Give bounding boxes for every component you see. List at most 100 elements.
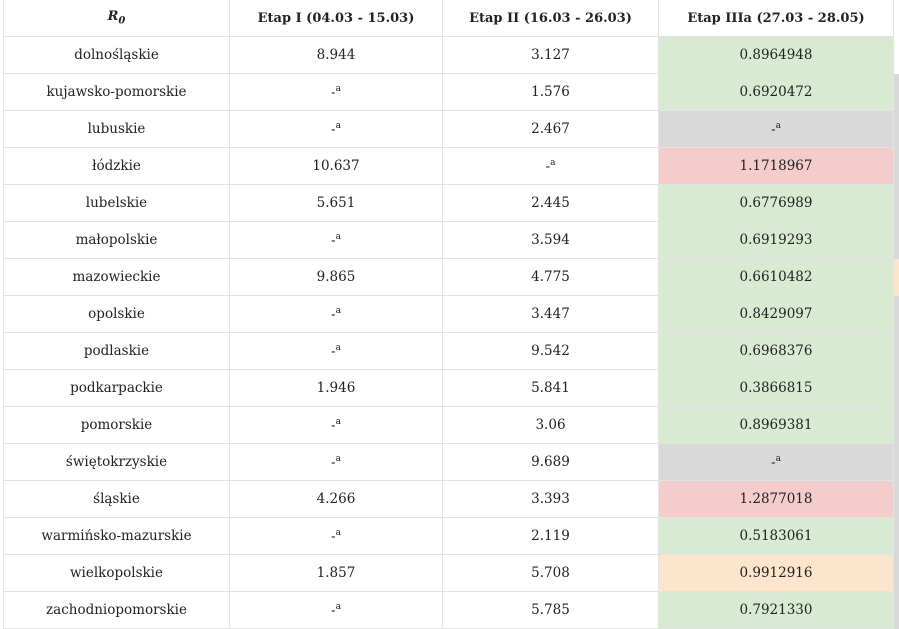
region-cell: mazowieckie xyxy=(4,259,230,296)
region-cell: dolnośląskie xyxy=(4,37,230,74)
edge-strip-cell xyxy=(894,37,899,74)
etap-3a-cell: 0.6776989 xyxy=(659,185,894,222)
table-row: podlaskie-a9.5420.6968376 xyxy=(4,333,899,370)
etap-1-cell: 8.944 xyxy=(230,37,443,74)
table-row: opolskie-a3.4470.8429097 xyxy=(4,296,899,333)
not-available-footnote-mark: a xyxy=(336,306,341,316)
edge-strip-cell xyxy=(894,370,899,407)
etap-1-cell: -a xyxy=(230,296,443,333)
header-r0-subscript: 0 xyxy=(118,16,125,27)
etap-2-cell: 3.447 xyxy=(443,296,659,333)
etap-3a-cell: 0.6968376 xyxy=(659,333,894,370)
edge-strip-cell xyxy=(894,185,899,222)
etap-2-cell: 3.393 xyxy=(443,481,659,518)
not-available-footnote-mark: a xyxy=(776,121,781,131)
etap-1-cell: -a xyxy=(230,333,443,370)
region-cell: łódzkie xyxy=(4,148,230,185)
region-cell: podkarpackie xyxy=(4,370,230,407)
edge-strip-cell xyxy=(894,555,899,592)
table-row: kujawsko-pomorskie-a1.5760.6920472 xyxy=(4,74,899,111)
table-row: lubuskie-a2.467-a xyxy=(4,111,899,148)
region-cell: lubelskie xyxy=(4,185,230,222)
etap-2-cell: 9.689 xyxy=(443,444,659,481)
etap-3a-cell: 0.8969381 xyxy=(659,407,894,444)
etap-3a-cell: 0.9912916 xyxy=(659,555,894,592)
edge-strip-cell xyxy=(894,222,899,259)
edge-strip-cell xyxy=(894,74,899,111)
region-cell: kujawsko-pomorskie xyxy=(4,74,230,111)
table-header-row: R0 Etap I (04.03 - 15.03) Etap II (16.03… xyxy=(4,0,899,37)
region-cell: pomorskie xyxy=(4,407,230,444)
etap-3a-cell: 1.2877018 xyxy=(659,481,894,518)
etap-2-cell: 2.119 xyxy=(443,518,659,555)
region-cell: opolskie xyxy=(4,296,230,333)
etap-1-cell: -a xyxy=(230,111,443,148)
edge-strip-cell xyxy=(894,333,899,370)
edge-strip-cell xyxy=(894,148,899,185)
not-available-footnote-mark: a xyxy=(550,158,555,168)
etap-1-cell: -a xyxy=(230,444,443,481)
etap-3a-cell: 0.8964948 xyxy=(659,37,894,74)
edge-strip-cell xyxy=(894,592,899,629)
table-row: podkarpackie1.9465.8410.3866815 xyxy=(4,370,899,407)
r0-table: R0 Etap I (04.03 - 15.03) Etap II (16.03… xyxy=(3,0,899,629)
etap-2-cell: 2.445 xyxy=(443,185,659,222)
etap-2-cell: 5.708 xyxy=(443,555,659,592)
etap-3a-cell: 0.8429097 xyxy=(659,296,894,333)
etap-2-cell: 5.841 xyxy=(443,370,659,407)
not-available-footnote-mark: a xyxy=(336,528,341,538)
header-r0: R0 xyxy=(4,0,230,37)
etap-1-cell: -a xyxy=(230,592,443,629)
etap-1-cell: 1.946 xyxy=(230,370,443,407)
etap-1-cell: -a xyxy=(230,74,443,111)
etap-1-cell: 9.865 xyxy=(230,259,443,296)
etap-1-cell: -a xyxy=(230,407,443,444)
table-row: małopolskie-a3.5940.6919293 xyxy=(4,222,899,259)
table-row: łódzkie10.637-a1.1718967 xyxy=(4,148,899,185)
etap-3a-cell: 1.1718967 xyxy=(659,148,894,185)
etap-1-cell: 1.857 xyxy=(230,555,443,592)
not-available-footnote-mark: a xyxy=(336,417,341,427)
not-available-footnote-mark: a xyxy=(336,343,341,353)
etap-3a-cell: -a xyxy=(659,444,894,481)
region-cell: wielkopolskie xyxy=(4,555,230,592)
etap-2-cell: 3.06 xyxy=(443,407,659,444)
etap-3a-cell: 0.6610482 xyxy=(659,259,894,296)
table-row: mazowieckie9.8654.7750.6610482 xyxy=(4,259,899,296)
edge-strip-cell xyxy=(894,481,899,518)
etap-2-cell: -a xyxy=(443,148,659,185)
edge-strip-cell xyxy=(894,407,899,444)
not-available-footnote-mark: a xyxy=(336,84,341,94)
etap-3a-cell: 0.6920472 xyxy=(659,74,894,111)
etap-2-cell: 4.775 xyxy=(443,259,659,296)
etap-2-cell: 3.127 xyxy=(443,37,659,74)
header-etap-1: Etap I (04.03 - 15.03) xyxy=(230,0,443,37)
etap-3a-cell: 0.3866815 xyxy=(659,370,894,407)
region-cell: warmińsko-mazurskie xyxy=(4,518,230,555)
table-row: śląskie4.2663.3931.2877018 xyxy=(4,481,899,518)
header-etap-2: Etap II (16.03 - 26.03) xyxy=(443,0,659,37)
etap-3a-cell: -a xyxy=(659,111,894,148)
etap-1-cell: -a xyxy=(230,518,443,555)
header-edge-strip xyxy=(894,0,899,37)
r0-table-container: R0 Etap I (04.03 - 15.03) Etap II (16.03… xyxy=(3,0,899,629)
etap-1-cell: -a xyxy=(230,222,443,259)
table-row: pomorskie-a3.060.8969381 xyxy=(4,407,899,444)
not-available-footnote-mark: a xyxy=(336,232,341,242)
not-available-footnote-mark: a xyxy=(336,121,341,131)
table-row: wielkopolskie1.8575.7080.9912916 xyxy=(4,555,899,592)
table-row: zachodniopomorskie-a5.7850.7921330 xyxy=(4,592,899,629)
etap-2-cell: 1.576 xyxy=(443,74,659,111)
etap-2-cell: 3.594 xyxy=(443,222,659,259)
header-etap-3a: Etap IIIa (27.03 - 28.05) xyxy=(659,0,894,37)
region-cell: świętokrzyskie xyxy=(4,444,230,481)
not-available-footnote-mark: a xyxy=(336,602,341,612)
edge-strip-cell xyxy=(894,259,899,296)
region-cell: zachodniopomorskie xyxy=(4,592,230,629)
edge-strip-cell xyxy=(894,296,899,333)
not-available-footnote-mark: a xyxy=(336,454,341,464)
region-cell: podlaskie xyxy=(4,333,230,370)
table-row: dolnośląskie8.9443.1270.8964948 xyxy=(4,37,899,74)
etap-1-cell: 10.637 xyxy=(230,148,443,185)
region-cell: małopolskie xyxy=(4,222,230,259)
